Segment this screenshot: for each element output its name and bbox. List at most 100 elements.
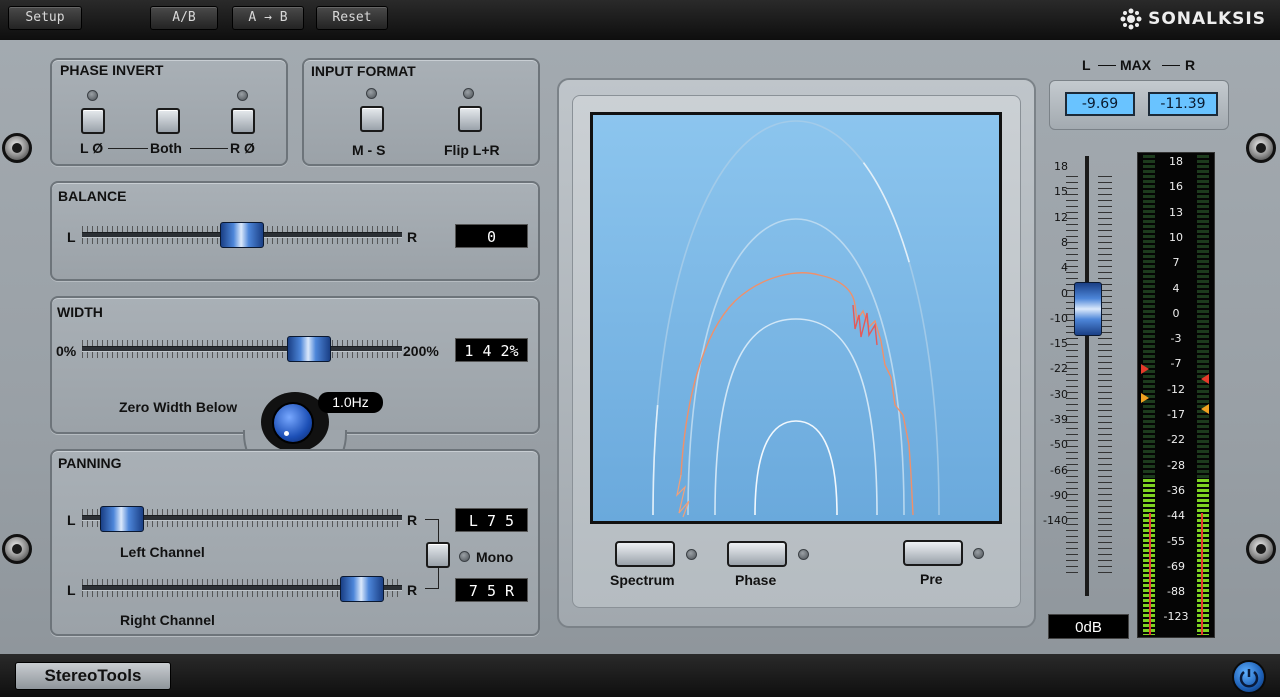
right-channel-label: Right Channel bbox=[120, 612, 215, 628]
meter-left-rms bbox=[1149, 513, 1151, 635]
reset-button[interactable]: Reset bbox=[316, 6, 388, 30]
a-to-b-button[interactable]: A → B bbox=[232, 6, 304, 30]
phase-invert-title: PHASE INVERT bbox=[60, 62, 164, 78]
width-max-label: 200% bbox=[403, 343, 439, 359]
left-channel-label: Left Channel bbox=[120, 544, 205, 560]
fader-scale-label: -10 bbox=[1050, 311, 1068, 325]
plugin-name-badge: StereoTools bbox=[15, 662, 171, 690]
balance-title: BALANCE bbox=[58, 188, 127, 204]
flip-led bbox=[463, 88, 474, 99]
phase-invert-left-button[interactable] bbox=[81, 108, 105, 134]
meter-scale-label: -12 bbox=[1167, 382, 1185, 396]
meter-scale-label: 16 bbox=[1169, 180, 1183, 194]
ms-button[interactable] bbox=[360, 106, 384, 132]
phase-led bbox=[798, 549, 809, 560]
meter-left-hold-marker bbox=[1141, 393, 1149, 403]
output-fader-track[interactable] bbox=[1085, 156, 1089, 596]
logo-text: SONALKSIS bbox=[1148, 9, 1266, 29]
phase-right-led bbox=[237, 90, 248, 101]
pre-label: Pre bbox=[920, 571, 943, 587]
ms-label: M - S bbox=[352, 142, 386, 158]
mono-led bbox=[459, 551, 470, 562]
width-readout[interactable]: 1 4 2% bbox=[455, 338, 528, 362]
knob-indicator bbox=[284, 431, 289, 436]
pan-right-slider-thumb[interactable] bbox=[340, 576, 384, 602]
output-fader-thumb[interactable] bbox=[1074, 282, 1102, 336]
sonalksis-logo: SONALKSIS bbox=[1120, 8, 1266, 30]
phase-button[interactable] bbox=[727, 541, 787, 567]
meter-scale-label: -44 bbox=[1167, 509, 1185, 523]
fader-scale-label: -15 bbox=[1050, 337, 1068, 351]
meter-right-rms bbox=[1201, 513, 1203, 635]
fader-scale-label: 8 bbox=[1061, 235, 1068, 249]
fader-scale-label: -140 bbox=[1043, 514, 1068, 528]
pan-right-readout[interactable]: 7 5 R bbox=[455, 578, 528, 602]
fader-scale-label: -22 bbox=[1050, 362, 1068, 376]
phase-both-label: Both bbox=[150, 140, 182, 156]
fader-scale-label: 12 bbox=[1054, 210, 1068, 224]
stereo-display-screen bbox=[590, 112, 1002, 524]
power-button[interactable] bbox=[1232, 660, 1266, 694]
balance-left-label: L bbox=[67, 229, 76, 245]
fader-scale-label: 18 bbox=[1054, 160, 1068, 173]
width-title: WIDTH bbox=[57, 304, 103, 320]
spectrum-led bbox=[686, 549, 697, 560]
panning-section bbox=[50, 449, 540, 636]
stereotools-plugin-window: Setup A/B A → B Reset SONALKSIS PHASE IN… bbox=[0, 0, 1280, 697]
fader-scale-label: -39 bbox=[1050, 413, 1068, 426]
zero-width-label: Zero Width Below bbox=[119, 399, 238, 415]
mono-button[interactable] bbox=[426, 542, 450, 568]
max-left-readout[interactable]: -9.69 bbox=[1065, 92, 1135, 116]
fader-ticks-left bbox=[1066, 176, 1078, 576]
flip-lr-button[interactable] bbox=[458, 106, 482, 132]
meter-scale-label: -7 bbox=[1170, 357, 1182, 371]
meter-scale-label: 7 bbox=[1172, 256, 1180, 270]
phase-invert-right-button[interactable] bbox=[231, 108, 255, 134]
meter-scale-label: 0 bbox=[1172, 306, 1180, 320]
width-min-label: 0% bbox=[56, 343, 77, 359]
pan-right-r-label: R bbox=[407, 582, 418, 598]
power-icon bbox=[1239, 669, 1259, 688]
max-right-readout[interactable]: -11.39 bbox=[1148, 92, 1218, 116]
phase-left-label: L Ø bbox=[80, 140, 104, 156]
meter-scale-label: -123 bbox=[1163, 610, 1189, 624]
fader-scale-label: -30 bbox=[1050, 387, 1068, 401]
balance-readout[interactable]: 0 bbox=[455, 224, 528, 248]
meter-scale-label: 13 bbox=[1169, 205, 1183, 219]
balance-right-label: R bbox=[407, 229, 418, 245]
pan-left-r-label: R bbox=[407, 512, 418, 528]
pan-left-l-label: L bbox=[67, 512, 76, 528]
spectrum-button[interactable] bbox=[615, 541, 675, 567]
balance-slider-thumb[interactable] bbox=[220, 222, 264, 248]
phase-invert-both-button[interactable] bbox=[156, 108, 180, 134]
pan-left-readout[interactable]: L 7 5 bbox=[455, 508, 528, 532]
spectrum-label: Spectrum bbox=[610, 572, 675, 588]
pre-button[interactable] bbox=[903, 540, 963, 566]
width-slider-track[interactable] bbox=[82, 346, 402, 352]
ab-button[interactable]: A/B bbox=[150, 6, 218, 30]
phase-left-led bbox=[87, 90, 98, 101]
phase-link-line bbox=[190, 148, 228, 149]
width-slider-thumb[interactable] bbox=[287, 336, 332, 362]
fader-ticks-right bbox=[1098, 176, 1112, 576]
fader-scale-label: -66 bbox=[1050, 463, 1068, 477]
pan-left-slider-thumb[interactable] bbox=[100, 506, 144, 532]
fader-scale-label: 0 bbox=[1061, 286, 1068, 300]
max-divider bbox=[1098, 65, 1116, 66]
mono-label: Mono bbox=[476, 549, 514, 565]
meter-scale-label: -3 bbox=[1170, 332, 1182, 346]
zero-width-readout[interactable]: 1.0Hz bbox=[318, 392, 383, 413]
phase-right-label: R Ø bbox=[230, 140, 255, 156]
max-label: MAX bbox=[1120, 57, 1152, 73]
meter-scale-label: -88 bbox=[1167, 585, 1185, 599]
panning-title: PANNING bbox=[58, 455, 122, 471]
output-gain-readout[interactable]: 0dB bbox=[1048, 614, 1129, 639]
bottom-bar bbox=[0, 654, 1280, 697]
phase-link-line bbox=[108, 148, 148, 149]
screw-icon bbox=[1246, 133, 1276, 163]
meter-right-level bbox=[1197, 479, 1209, 635]
setup-button[interactable]: Setup bbox=[8, 6, 82, 30]
input-format-title: INPUT FORMAT bbox=[311, 63, 416, 79]
zero-width-knob[interactable] bbox=[272, 402, 314, 444]
screw-icon bbox=[1246, 534, 1276, 564]
